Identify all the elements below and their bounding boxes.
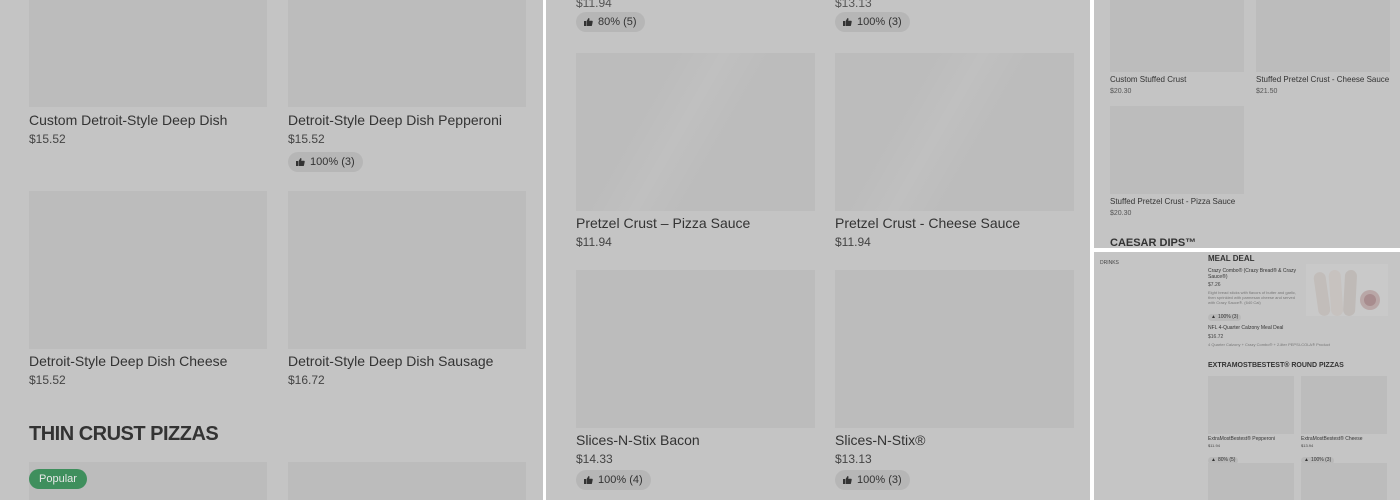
item-name: Detroit-Style Deep Dish Sausage xyxy=(288,353,494,369)
item-name: Slices-N-Stix Bacon xyxy=(576,432,700,448)
item-price: $13.94 xyxy=(1301,443,1314,448)
section-title: THIN CRUST PIZZAS xyxy=(29,423,219,445)
rating-badge: 80% (5) xyxy=(576,12,645,32)
rating-text: 80% (5) xyxy=(598,16,637,28)
rating-text: 100% (4) xyxy=(598,474,643,486)
menu-item-card[interactable]: Stuffed Pretzel Crust - Pizza Sauce $20.… xyxy=(1110,106,1244,218)
item-name: ExtraMostBestest® Cheese xyxy=(1301,436,1363,442)
item-price: $16.72 xyxy=(1208,334,1224,340)
item-image[interactable] xyxy=(288,462,526,500)
section-title: MEAL DEAL xyxy=(1208,254,1255,263)
menu-item-card[interactable]: Custom Detroit-Style Deep Dish $15.52 xyxy=(29,0,267,147)
item-image[interactable] xyxy=(576,270,815,428)
rating-badge: 100% (3) xyxy=(288,152,363,172)
menu-item-card[interactable]: Detroit-Style Deep Dish Pepperoni $15.52… xyxy=(288,0,526,172)
item-name: Detroit-Style Deep Dish Pepperoni xyxy=(288,112,502,128)
item-image[interactable] xyxy=(288,191,526,349)
item-description: 4 Quarter Calzony + Crazy Combo® + 2-lit… xyxy=(1208,342,1330,347)
item-image[interactable] xyxy=(1306,264,1388,316)
item-image[interactable] xyxy=(576,53,815,211)
rating-badge: 100% (3) xyxy=(835,12,910,32)
menu-panel-stuffed-crust: Custom Stuffed Crust $20.30 Stuffed Pret… xyxy=(1094,0,1400,248)
item-price: $11.94 xyxy=(835,235,871,249)
item-image[interactable] xyxy=(1208,463,1294,500)
rating-badge: 100% (4) xyxy=(576,470,651,490)
cut-off-price: $11.94 xyxy=(576,0,612,10)
rating-text: 100% (3) xyxy=(857,474,902,486)
rating-text: 100% (3) xyxy=(1217,314,1239,320)
thumbs-up-icon xyxy=(296,158,305,166)
menu-item-card[interactable]: NFL 4-Quarter Calzony Meal Deal $16.72 4… xyxy=(1208,325,1330,347)
item-description: Eight bread sticks with flavors of butte… xyxy=(1208,290,1297,305)
item-name: Slices-N-Stix® xyxy=(835,432,926,448)
item-name: Pretzel Crust - Cheese Sauce xyxy=(835,215,1021,231)
item-price: $20.30 xyxy=(1110,88,1132,95)
thumbs-up-icon xyxy=(843,476,852,484)
item-name: NFL 4-Quarter Calzony Meal Deal xyxy=(1208,325,1284,331)
menu-item-card[interactable]: Custom Stuffed Crust $20.30 xyxy=(1110,0,1244,96)
item-price: $21.50 xyxy=(1256,88,1278,95)
bread-sticks-image xyxy=(1313,270,1380,316)
menu-item-card[interactable]: ExtraMostBestest® Cheese $13.94 ▲ 100% (… xyxy=(1301,376,1387,466)
item-image[interactable] xyxy=(835,270,1074,428)
rating-badge: ▲ 100% (3) xyxy=(1208,313,1242,321)
menu-item-card[interactable]: Detroit-Style Deep Dish Cheese $15.52 xyxy=(29,191,267,388)
item-image[interactable] xyxy=(1208,376,1294,434)
menu-item-card[interactable]: ExtraMostBestest® Pepperoni $11.94 ▲ 80%… xyxy=(1208,376,1294,466)
rating-text: 100% (3) xyxy=(310,156,355,168)
popular-badge: Popular xyxy=(29,469,87,489)
thumbs-up-icon xyxy=(584,18,593,26)
item-image[interactable] xyxy=(835,53,1074,211)
menu-item-card[interactable]: Pretzel Crust - Cheese Sauce $11.94 xyxy=(835,53,1074,250)
item-name: Custom Stuffed Crust xyxy=(1110,75,1187,84)
item-image[interactable] xyxy=(1110,0,1244,72)
menu-item-card[interactable]: Slices-N-Stix Bacon $14.33 100% (4) xyxy=(576,270,815,490)
thumbs-up-icon: ▲ xyxy=(1211,314,1216,320)
menu-panel-pretzel: $11.94 $13.13 80% (5) 100% (3) Pretzel C… xyxy=(546,0,1090,500)
cut-off-price: $13.13 xyxy=(835,0,872,10)
item-price: $11.94 xyxy=(1208,443,1220,448)
sidebar-item-drinks[interactable]: DRINKS xyxy=(1100,260,1119,266)
item-name: Stuffed Pretzel Crust - Pizza Sauce xyxy=(1110,197,1236,206)
item-image[interactable] xyxy=(29,0,267,107)
item-image[interactable] xyxy=(288,0,526,107)
item-image[interactable] xyxy=(29,191,267,349)
item-image[interactable] xyxy=(1301,376,1387,434)
menu-item-card[interactable]: Pretzel Crust – Pizza Sauce $11.94 xyxy=(576,53,815,250)
item-image[interactable] xyxy=(1110,106,1244,194)
menu-item-card[interactable]: Crazy Combo® (Crazy Bread® & Crazy Sauce… xyxy=(1208,268,1302,323)
thumbs-up-icon xyxy=(843,18,852,26)
item-name: Crazy Combo® (Crazy Bread® & Crazy Sauce… xyxy=(1208,268,1296,280)
item-name: Custom Detroit-Style Deep Dish xyxy=(29,112,228,128)
menu-item-card[interactable]: Slices-N-Stix® $13.13 100% (3) xyxy=(835,270,1074,490)
item-image[interactable] xyxy=(1256,0,1390,72)
rating-text: 100% (3) xyxy=(857,16,902,28)
item-price: $7.26 xyxy=(1208,282,1221,288)
item-price: $16.72 xyxy=(288,373,325,387)
item-name: Detroit-Style Deep Dish Cheese xyxy=(29,353,228,369)
item-name: Pretzel Crust – Pizza Sauce xyxy=(576,215,751,231)
rating-badge: 100% (3) xyxy=(835,470,910,490)
menu-item-card[interactable]: Stuffed Pretzel Crust - Cheese Sauce $21… xyxy=(1256,0,1390,96)
item-price: $15.52 xyxy=(288,132,325,146)
menu-panel-deep-dish: Custom Detroit-Style Deep Dish $15.52 De… xyxy=(0,0,543,500)
section-title: CAESAR DIPS™ xyxy=(1110,237,1197,248)
section-title: EXTRAMOSTBESTEST® ROUND PIZZAS xyxy=(1208,362,1344,369)
item-price: $13.13 xyxy=(835,452,872,466)
item-name: Stuffed Pretzel Crust - Cheese Sauce xyxy=(1256,75,1390,84)
item-price: $14.33 xyxy=(576,452,613,466)
item-price: $20.30 xyxy=(1110,210,1132,217)
menu-item-card[interactable]: Detroit-Style Deep Dish Sausage $16.72 xyxy=(288,191,526,388)
thumbs-up-icon xyxy=(584,476,593,484)
item-price: $11.94 xyxy=(576,235,612,249)
item-name: ExtraMostBestest® Pepperoni xyxy=(1208,436,1276,442)
item-image[interactable] xyxy=(1301,463,1387,500)
item-price: $15.52 xyxy=(29,132,66,146)
menu-panel-meal-deal: DRINKS MEAL DEAL Crazy Combo® (Crazy Bre… xyxy=(1094,252,1400,500)
item-price: $15.52 xyxy=(29,373,66,387)
